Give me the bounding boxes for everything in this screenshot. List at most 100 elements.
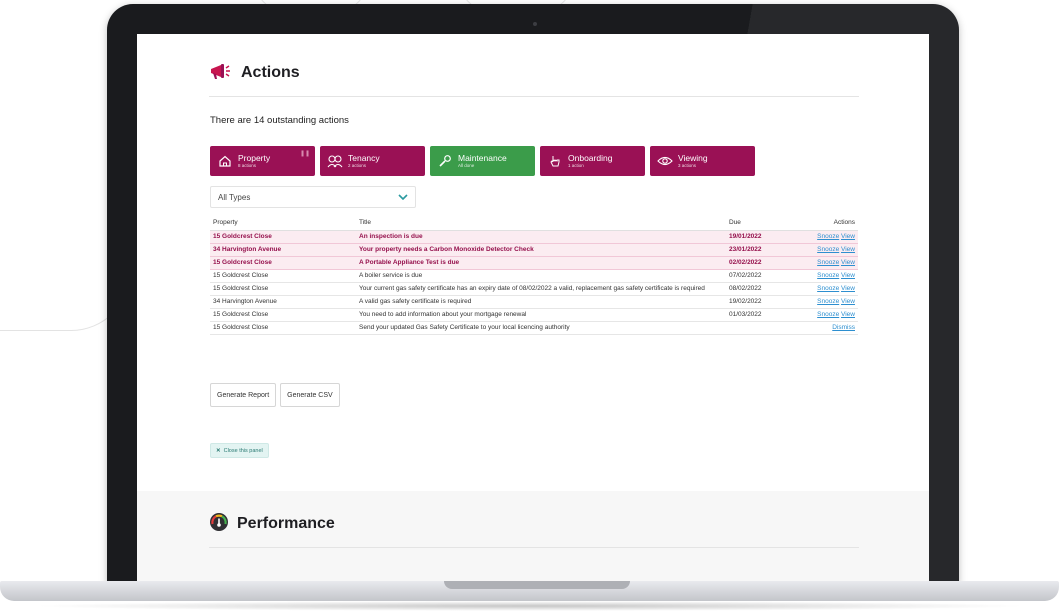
snooze-link[interactable]: Snooze <box>817 298 839 305</box>
close-panel-button[interactable]: ✕ Close this panel <box>210 443 269 458</box>
laptop-base-notch <box>444 581 630 589</box>
actions-cell: Snooze View <box>794 308 858 322</box>
tile-label: Tenancy <box>348 152 380 163</box>
dismiss-link[interactable]: Dismiss <box>832 324 855 331</box>
table-row: 15 Goldcrest Close A boiler service is d… <box>210 269 858 283</box>
tile-viewing[interactable]: Viewing 3 actions <box>650 146 755 176</box>
actions-cell: Dismiss <box>794 321 858 335</box>
tile-count: 8 actions <box>238 163 257 168</box>
action-category-tiles: Property 8 actions ❚❚ Tenancy 2 actions Ma… <box>210 146 755 176</box>
type-filter-select[interactable]: All Types <box>210 186 416 208</box>
title-cell: You need to add information about your m… <box>356 308 726 322</box>
actions-cell: Snooze View <box>794 230 858 244</box>
snooze-link[interactable]: Snooze <box>817 246 839 253</box>
property-cell: 15 Goldcrest Close <box>210 269 356 283</box>
column-header-property: Property <box>210 214 356 231</box>
property-cell: 15 Goldcrest Close <box>210 230 356 244</box>
property-cell: 15 Goldcrest Close <box>210 321 356 335</box>
chevron-down-icon <box>398 193 408 202</box>
view-link[interactable]: View <box>841 233 855 240</box>
property-cell: 34 Harvington Avenue <box>210 243 356 257</box>
table-row: 15 Goldcrest Close Send your updated Gas… <box>210 321 858 335</box>
snooze-link[interactable]: Snooze <box>817 233 839 240</box>
title-cell: Your current gas safety certificate has … <box>356 282 726 296</box>
column-header-actions: Actions <box>794 214 858 231</box>
laptop-lid: Actions There are 14 outstanding actions… <box>107 4 959 586</box>
title-cell: Send your updated Gas Safety Certificate… <box>356 321 726 335</box>
tile-count: 2 actions <box>348 163 367 168</box>
due-cell: 19/02/2022 <box>726 295 794 309</box>
outstanding-actions-summary: There are 14 outstanding actions <box>210 115 349 126</box>
table-row: 15 Goldcrest Close You need to add infor… <box>210 308 858 322</box>
actions-table: Property Title Due Actions 15 Goldcrest … <box>210 214 858 335</box>
column-header-due: Due <box>726 214 794 231</box>
property-cell: 15 Goldcrest Close <box>210 308 356 322</box>
generate-report-button[interactable]: Generate Report <box>210 383 277 407</box>
snooze-link[interactable]: Snooze <box>817 285 839 292</box>
view-link[interactable]: View <box>841 311 855 318</box>
tenants-icon <box>327 153 343 169</box>
home-icon <box>217 153 233 169</box>
actions-title: Actions <box>241 64 300 81</box>
title-cell: Your property needs a Carbon Monoxide De… <box>356 243 726 257</box>
pause-icon: ❚❚ <box>299 150 310 157</box>
report-buttons: Generate Report Generate CSV <box>210 383 340 407</box>
actions-cell: Snooze View <box>794 243 858 257</box>
laptop-shadow <box>30 601 1030 611</box>
tile-label: Onboarding <box>568 152 613 163</box>
due-cell <box>726 321 794 335</box>
generate-csv-button[interactable]: Generate CSV <box>280 383 340 407</box>
column-header-title: Title <box>356 214 726 231</box>
gauge-icon <box>209 512 229 536</box>
view-link[interactable]: View <box>841 298 855 305</box>
view-link[interactable]: View <box>841 259 855 266</box>
view-link[interactable]: View <box>841 246 855 253</box>
property-cell: 15 Goldcrest Close <box>210 256 356 270</box>
snooze-link[interactable]: Snooze <box>817 311 839 318</box>
due-cell: 02/02/2022 <box>726 256 794 270</box>
title-cell: A Portable Appliance Test is due <box>356 256 726 270</box>
view-link[interactable]: View <box>841 285 855 292</box>
table-row: 15 Goldcrest Close A Portable Appliance … <box>210 256 858 270</box>
due-cell: 07/02/2022 <box>726 269 794 283</box>
title-cell: A boiler service is due <box>356 269 726 283</box>
property-cell: 34 Harvington Avenue <box>210 295 356 309</box>
eye-icon <box>657 153 673 169</box>
due-cell: 08/02/2022 <box>726 282 794 296</box>
app-screen: Actions There are 14 outstanding actions… <box>137 34 929 586</box>
pointer-hand-icon <box>547 153 563 169</box>
actions-header: Actions <box>209 62 300 84</box>
tile-property[interactable]: Property 8 actions ❚❚ <box>210 146 315 176</box>
tile-count: All done <box>458 163 475 168</box>
table-row: 34 Harvington Avenue A valid gas safety … <box>210 295 858 309</box>
snooze-link[interactable]: Snooze <box>817 259 839 266</box>
megaphone-icon <box>209 62 231 84</box>
actions-cell: Snooze View <box>794 269 858 283</box>
table-row: 15 Goldcrest Close Your current gas safe… <box>210 282 858 296</box>
close-icon: ✕ <box>216 447 221 454</box>
title-cell: A valid gas safety certificate is requir… <box>356 295 726 309</box>
table-header-row: Property Title Due Actions <box>210 214 858 231</box>
tile-count: 3 actions <box>678 163 697 168</box>
due-cell: 23/01/2022 <box>726 243 794 257</box>
tile-label: Viewing <box>678 152 708 163</box>
performance-header: Performance <box>209 512 335 536</box>
table-row: 34 Harvington Avenue Your property needs… <box>210 243 858 257</box>
actions-cell: Snooze View <box>794 295 858 309</box>
property-cell: 15 Goldcrest Close <box>210 282 356 296</box>
view-link[interactable]: View <box>841 272 855 279</box>
table-row: 15 Goldcrest Close An inspection is due … <box>210 230 858 244</box>
divider <box>209 96 859 97</box>
due-cell: 01/03/2022 <box>726 308 794 322</box>
tile-tenancy[interactable]: Tenancy 2 actions <box>320 146 425 176</box>
performance-title: Performance <box>237 515 335 532</box>
tile-onboarding[interactable]: Onboarding 1 action <box>540 146 645 176</box>
snooze-link[interactable]: Snooze <box>817 272 839 279</box>
camera-dot <box>533 22 537 26</box>
type-filter-value: All Types <box>218 192 251 202</box>
tile-count: 1 action <box>568 163 584 168</box>
actions-cell: Snooze View <box>794 282 858 296</box>
performance-section-background <box>137 491 929 586</box>
title-cell: An inspection is due <box>356 230 726 244</box>
tile-maintenance[interactable]: Maintenance All done <box>430 146 535 176</box>
